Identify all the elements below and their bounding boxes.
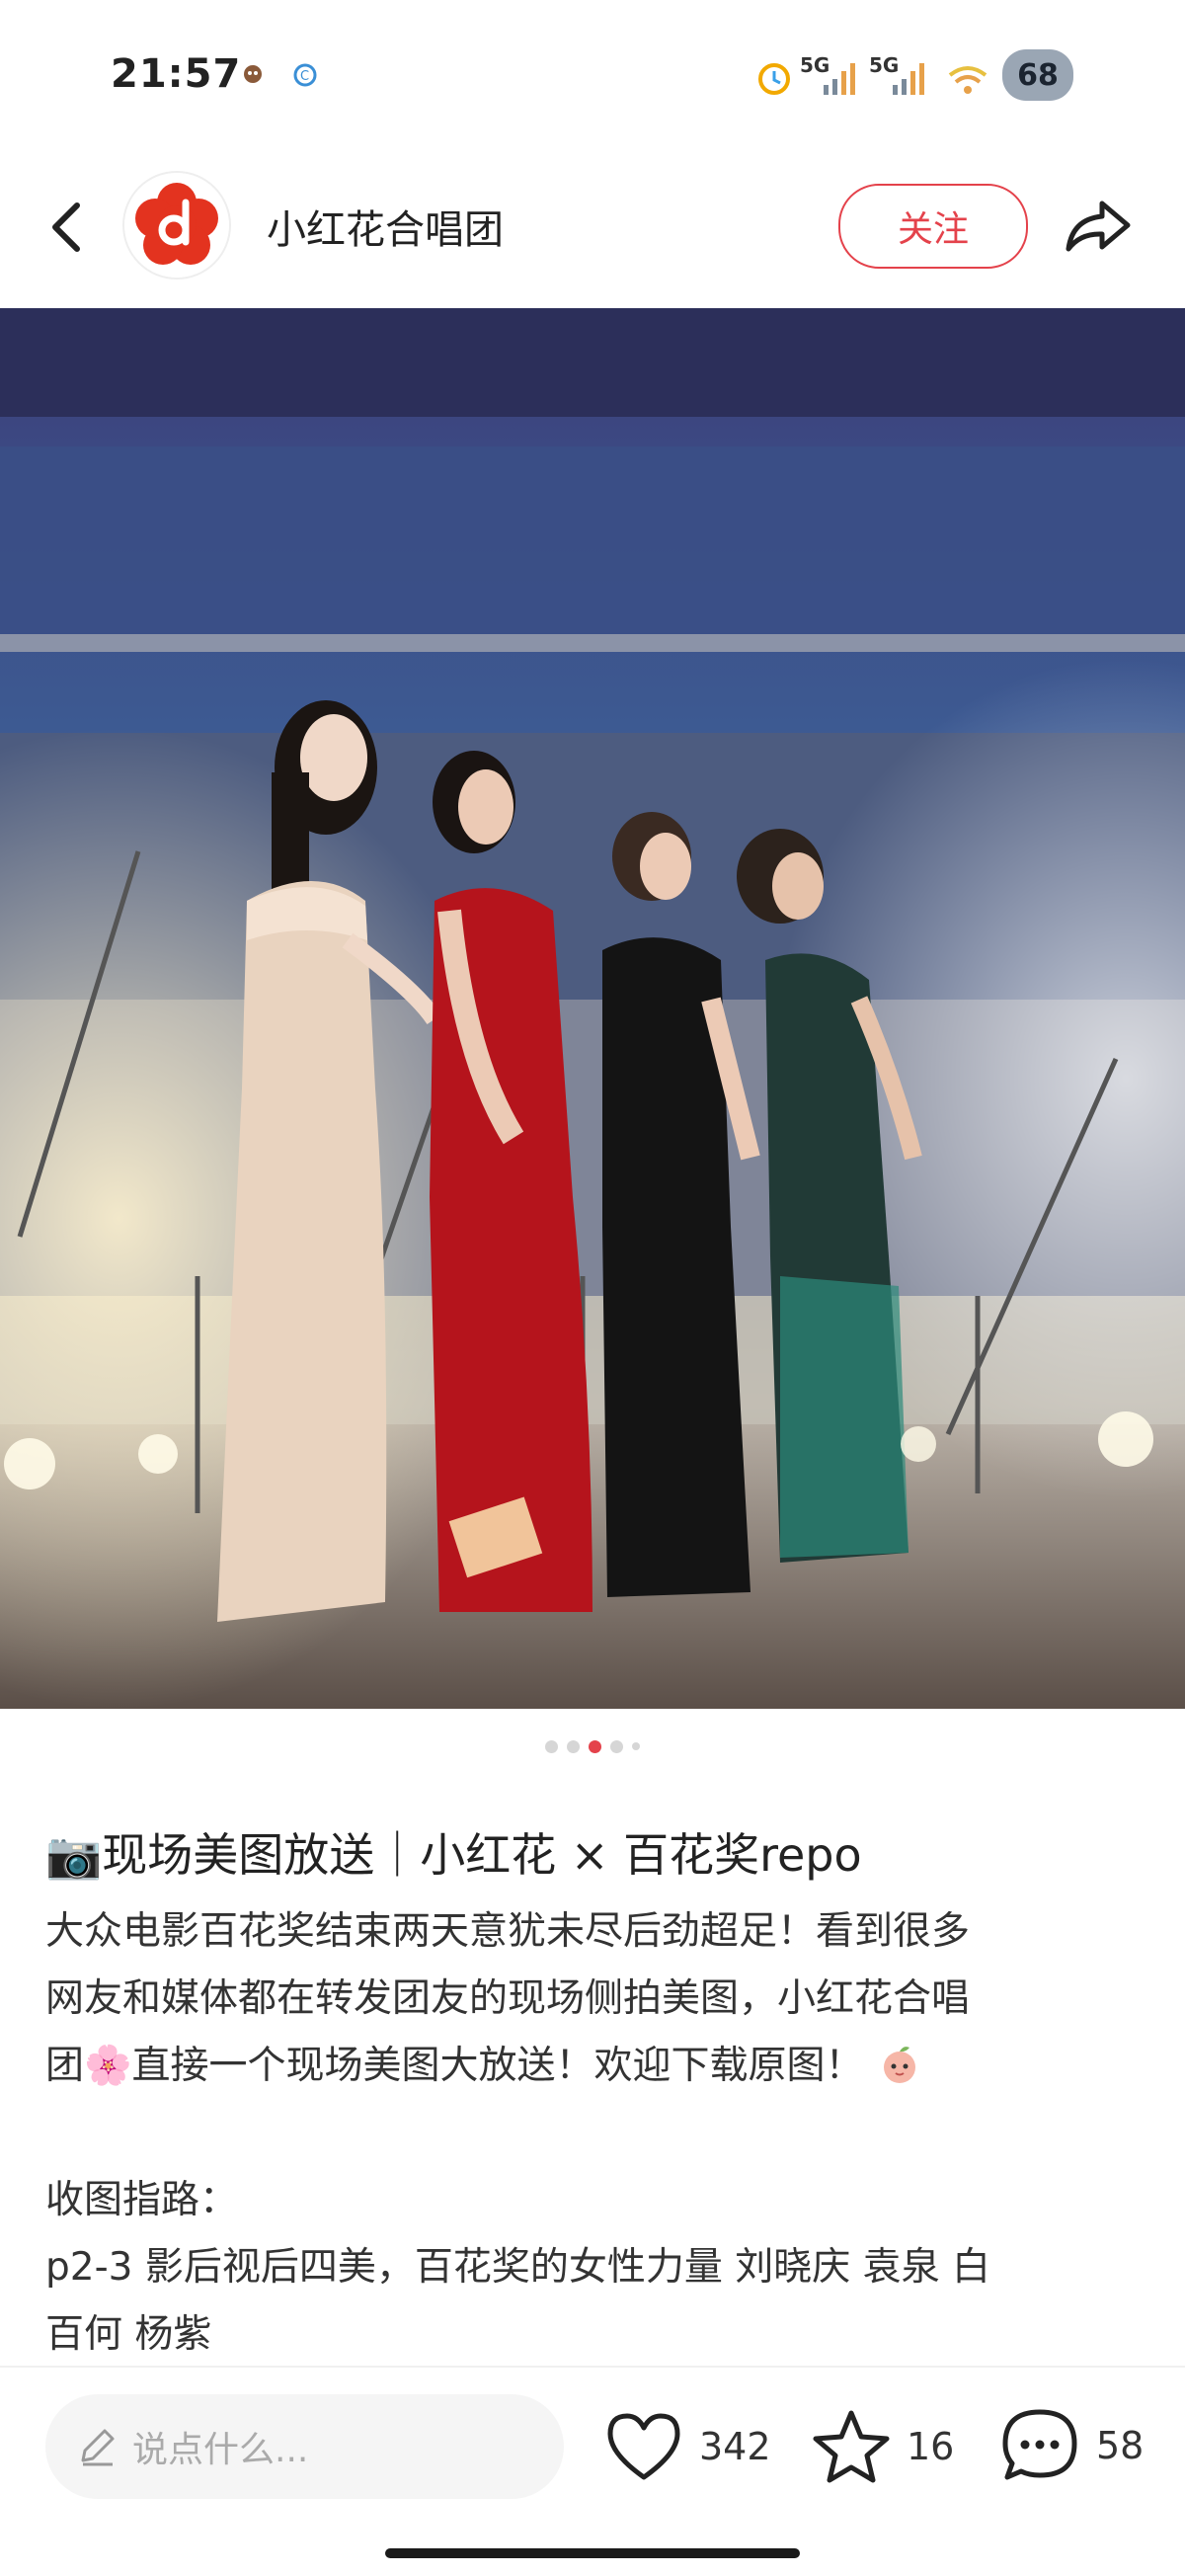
notification-app-icon bbox=[241, 61, 265, 92]
account-avatar[interactable] bbox=[124, 173, 229, 278]
chat-bubble-icon bbox=[999, 2406, 1080, 2485]
favorite-button[interactable]: 16 bbox=[812, 2408, 954, 2485]
post-body: 大众电影百花奖结束两天意犹未尽后劲超足！看到很多 网友和媒体都在转发团友的现场侧… bbox=[45, 1898, 1142, 2369]
body-line: 大众电影百花奖结束两天意犹未尽后劲超足！看到很多 bbox=[45, 1909, 971, 1954]
body-line: 团🌸直接一个现场美图大放送！欢迎下载原图！ bbox=[45, 2033, 1142, 2100]
status-time: 21:57 bbox=[111, 51, 242, 97]
home-indicator[interactable] bbox=[385, 2548, 800, 2558]
svg-text:C: C bbox=[300, 69, 309, 84]
comment-placeholder: 说点什么... bbox=[132, 2430, 309, 2470]
bottom-divider bbox=[0, 2366, 1185, 2368]
follow-button[interactable]: 关注 bbox=[838, 184, 1028, 269]
comment-count: 58 bbox=[1096, 2424, 1145, 2467]
body-line: 网友和媒体都在转发团友的现场侧拍美图，小红花合唱 bbox=[45, 1976, 971, 2021]
comment-button[interactable]: 58 bbox=[999, 2406, 1144, 2485]
guide-line: p2-3 影后视后四美，百花奖的女性力量 刘晓庆 袁泉 白 bbox=[45, 2245, 991, 2290]
share-icon[interactable] bbox=[1059, 188, 1138, 267]
battery-indicator: 68 bbox=[1002, 49, 1073, 101]
status-bar: 21:57 C 5G 5G 68 bbox=[0, 0, 1185, 163]
account-name[interactable]: 小红花合唱团 bbox=[267, 198, 504, 255]
pager-dot bbox=[610, 1739, 623, 1753]
heart-icon bbox=[604, 2410, 683, 2483]
post-title: 📷现场美图放送｜小红花 × 百花奖repo bbox=[45, 1828, 862, 1882]
guide-line: 百何 杨紫 bbox=[45, 2312, 212, 2357]
pencil-icon bbox=[75, 2425, 118, 2468]
peach-emoji-icon bbox=[878, 2041, 921, 2084]
back-icon[interactable] bbox=[40, 188, 99, 267]
like-count: 342 bbox=[699, 2425, 771, 2468]
post-photo[interactable] bbox=[0, 308, 1185, 1709]
signal-icon-2 bbox=[891, 61, 928, 101]
like-button[interactable]: 342 bbox=[604, 2410, 771, 2483]
favorite-count: 16 bbox=[907, 2425, 955, 2468]
image-pager bbox=[0, 1736, 1185, 1756]
wifi-icon bbox=[946, 63, 989, 101]
alarm-icon bbox=[754, 57, 794, 101]
pager-dot-active bbox=[589, 1739, 601, 1753]
body-line-text: 团🌸直接一个现场美图大放送！欢迎下载原图！ bbox=[45, 2044, 864, 2088]
comment-input[interactable]: 说点什么... bbox=[45, 2394, 564, 2499]
signal-icon-1 bbox=[822, 61, 859, 101]
pager-dot bbox=[567, 1739, 580, 1753]
star-icon bbox=[812, 2408, 891, 2485]
pager-dot bbox=[632, 1742, 640, 1750]
notification-app-icon-2: C bbox=[292, 63, 318, 94]
guide-title: 收图指路： bbox=[45, 2178, 239, 2222]
pager-dot bbox=[545, 1739, 558, 1753]
